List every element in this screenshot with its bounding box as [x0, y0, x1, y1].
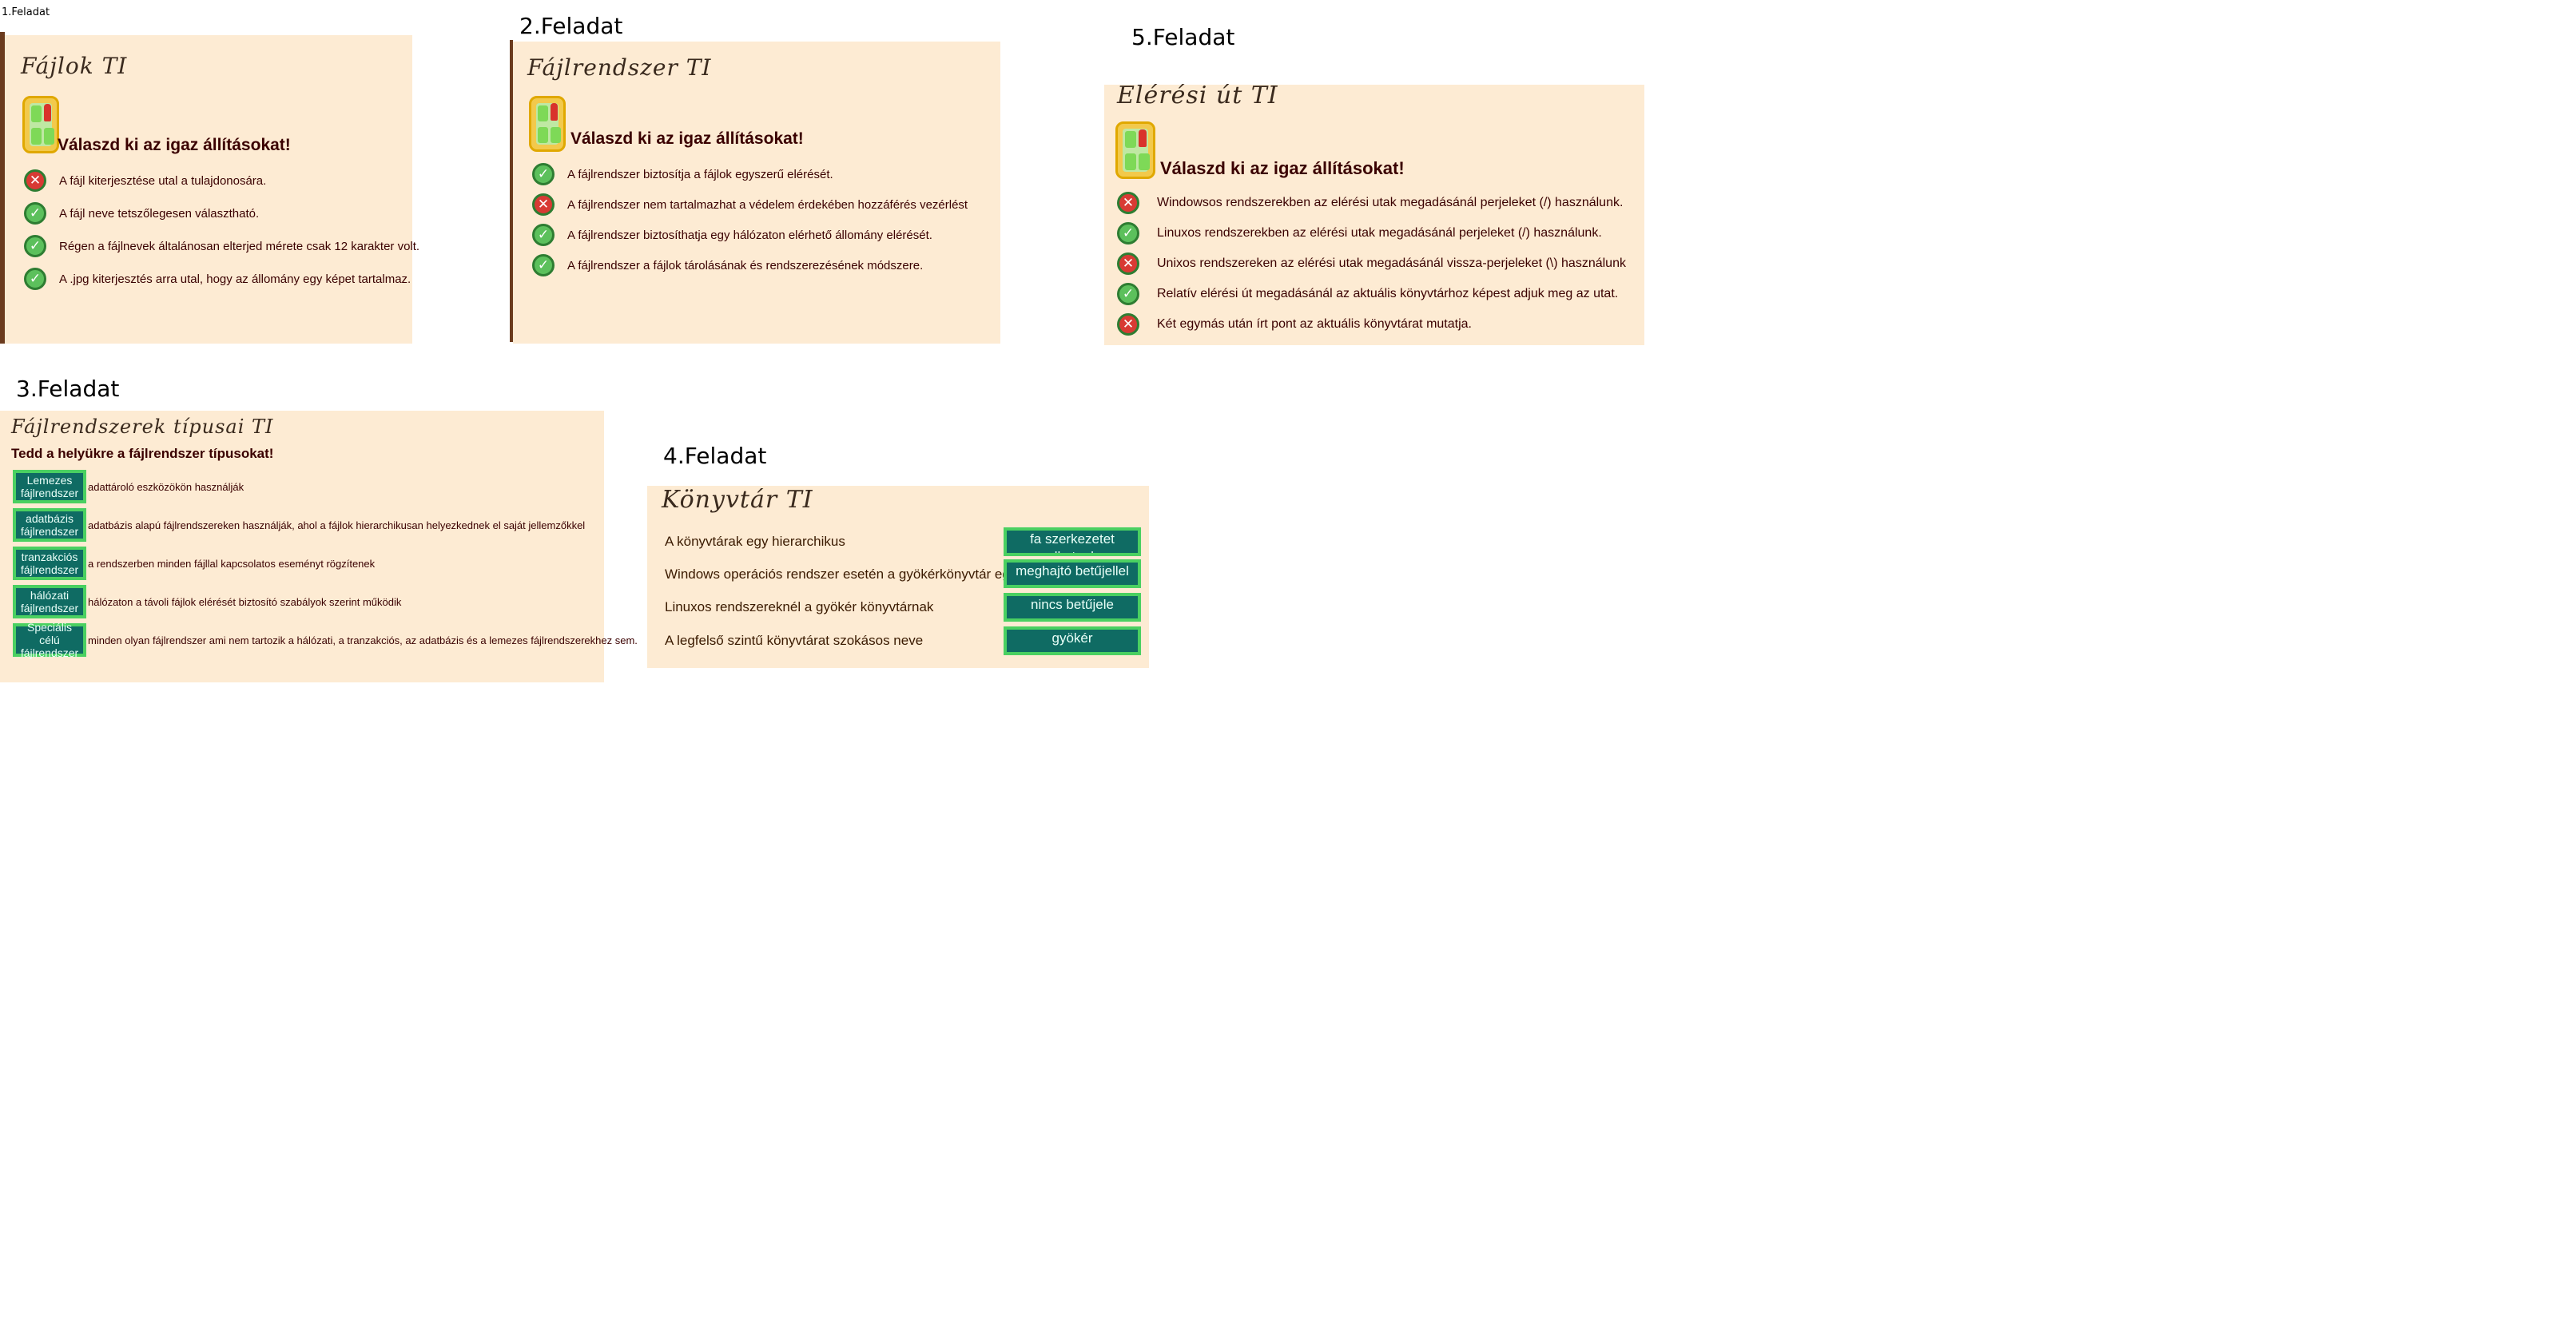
filesystem-type-desc: minden olyan fájlrendszer ami nem tartoz… [88, 634, 638, 646]
task1-item[interactable]: ✓ Régen a fájlnevek általánosan elterjed… [24, 235, 419, 257]
task1-prompt: Válaszd ki az igaz állításokat! [58, 136, 291, 154]
task5-item[interactable]: ✓ Relatív elérési út megadásánál az aktu… [1117, 283, 1618, 305]
task3-label: 3.Feladat [16, 376, 120, 402]
task2-item[interactable]: ✓ A fájlrendszer a fájlok tárolásának és… [532, 254, 923, 276]
task1-item[interactable]: ✕ A fájl kiterjesztése utal a tulajdonos… [24, 169, 266, 192]
check-icon: ✓ [1117, 222, 1139, 245]
task5-prompt: Válaszd ki az igaz állításokat! [1160, 158, 1405, 178]
task4-label: 4.Feladat [663, 443, 767, 469]
task4-panel: Könyvtár TI A könyvtárak egy hierarchiku… [647, 486, 1149, 668]
task2-item-text: A fájlrendszer nem tartalmazhat a védele… [567, 197, 968, 212]
filesystem-type-desc: adatbázis alapú fájlrendszereken használ… [88, 519, 586, 531]
task4-title: Könyvtár TI [662, 486, 813, 514]
check-icon: ✓ [24, 235, 46, 257]
directory-statement: A könyvtárak egy hierarchikus [665, 534, 845, 549]
task2-title: Fájlrendszer TI [527, 54, 712, 81]
task1-title: Fájlok TI [21, 53, 128, 79]
directory-statement: Windows operációs rendszer esetén a gyök… [665, 567, 1017, 582]
answer-box[interactable]: meghajtó betűjellel [1004, 559, 1141, 588]
task3-prompt: Tedd a helyükre a fájlrendszer típusokat… [11, 446, 274, 461]
task1-panel: Fájlok TI Válaszd ki az igaz állításokat… [5, 35, 419, 344]
answer-box[interactable]: fa szerkezetet alkotnak [1004, 527, 1141, 556]
task3-panel: Fájlrendszerek típusai TI Tedd a helyükr… [0, 411, 638, 682]
filesystem-type-tag[interactable]: Speciális célú fájlrendszer [13, 621, 86, 659]
task1-label: 1.Feladat [2, 6, 50, 18]
task2-panel: Fájlrendszer TI Válaszd ki az igaz állít… [513, 42, 1000, 344]
task2-item[interactable]: ✓ A fájlrendszer biztosíthatja egy hálóz… [532, 224, 932, 246]
task5-panel: Elérési út TI Válaszd ki az igaz állítás… [1104, 82, 1644, 345]
cross-icon: ✕ [532, 193, 555, 216]
filesystem-type-tag[interactable]: Lemezes fájlrendszer [13, 470, 86, 503]
answer-box[interactable]: gyökér [1004, 626, 1141, 655]
task2-label: 2.Feladat [519, 13, 623, 39]
task1-item-text: A fájl kiterjesztése utal a tulajdonosár… [59, 173, 267, 188]
task5-item-text: Unixos rendszereken az elérési utak mega… [1157, 256, 1626, 270]
cross-icon: ✕ [1117, 313, 1139, 336]
task5-item-text: Linuxos rendszerekben az elérési utak me… [1157, 226, 1602, 240]
task5-item-text: Relatív elérési út megadásánál az aktuál… [1157, 287, 1619, 300]
filesystem-type-tag[interactable]: tranzakciós fájlrendszer [13, 547, 86, 580]
question-icon [1115, 121, 1155, 179]
filesystem-type-tag[interactable]: hálózati fájlrendszer [13, 585, 86, 618]
task5-item[interactable]: ✕ Windowsos rendszerekben az elérési uta… [1117, 192, 1623, 214]
check-icon: ✓ [1117, 283, 1139, 305]
question-icon [22, 96, 59, 153]
task5-item-text: Két egymás után írt pont az aktuális kön… [1157, 317, 1472, 331]
cross-icon: ✕ [24, 169, 46, 192]
check-icon: ✓ [532, 163, 555, 185]
check-icon: ✓ [532, 224, 555, 246]
task5-title: Elérési út TI [1117, 82, 1278, 109]
task2-item[interactable]: ✕ A fájlrendszer nem tartalmazhat a véde… [532, 193, 968, 216]
check-icon: ✓ [24, 268, 46, 290]
task1-item[interactable]: ✓ A fájl neve tetszőlegesen választható. [24, 202, 259, 225]
answer-box[interactable]: nincs betűjele [1004, 593, 1141, 622]
cross-icon: ✕ [1117, 252, 1139, 275]
task5-item[interactable]: ✕ Két egymás után írt pont az aktuális k… [1117, 313, 1472, 336]
task1-item[interactable]: ✓ A .jpg kiterjesztés arra utal, hogy az… [24, 268, 411, 290]
directory-statement: Linuxos rendszereknél a gyökér könyvtárn… [665, 599, 934, 614]
filesystem-type-desc: hálózaton a távoli fájlok elérését bizto… [88, 596, 402, 608]
task2-item-text: A fájlrendszer biztosítja a fájlok egysz… [567, 167, 833, 181]
filesystem-type-desc: a rendszerben minden fájllal kapcsolatos… [88, 558, 376, 570]
task2-item-text: A fájlrendszer biztosíthatja egy hálózat… [567, 228, 932, 242]
check-icon: ✓ [532, 254, 555, 276]
task5-item[interactable]: ✕ Unixos rendszereken az elérési utak me… [1117, 252, 1626, 275]
task5-label: 5.Feladat [1131, 24, 1235, 50]
filesystem-type-desc: adattároló eszközökön használják [88, 481, 244, 493]
task1-item-text: Régen a fájlnevek általánosan elterjed m… [59, 239, 420, 253]
task1-item-text: A .jpg kiterjesztés arra utal, hogy az á… [59, 272, 411, 286]
directory-statement: A legfelső szintű könyvtárat szokásos ne… [665, 633, 924, 648]
task2-item-text: A fájlrendszer a fájlok tárolásának és r… [567, 258, 924, 272]
task3-title: Fájlrendszerek típusai TI [11, 415, 274, 438]
filesystem-type-tag[interactable]: adatbázis fájlrendszer [13, 508, 86, 542]
task2-prompt: Válaszd ki az igaz állításokat! [570, 129, 804, 148]
task5-item[interactable]: ✓ Linuxos rendszerekben az elérési utak … [1117, 222, 1602, 245]
task5-item-text: Windowsos rendszerekben az elérési utak … [1157, 196, 1624, 209]
task1-item-text: A fájl neve tetszőlegesen választható. [59, 206, 260, 221]
cross-icon: ✕ [1117, 192, 1139, 214]
question-icon [529, 96, 566, 152]
task2-item[interactable]: ✓ A fájlrendszer biztosítja a fájlok egy… [532, 163, 833, 185]
check-icon: ✓ [24, 202, 46, 225]
